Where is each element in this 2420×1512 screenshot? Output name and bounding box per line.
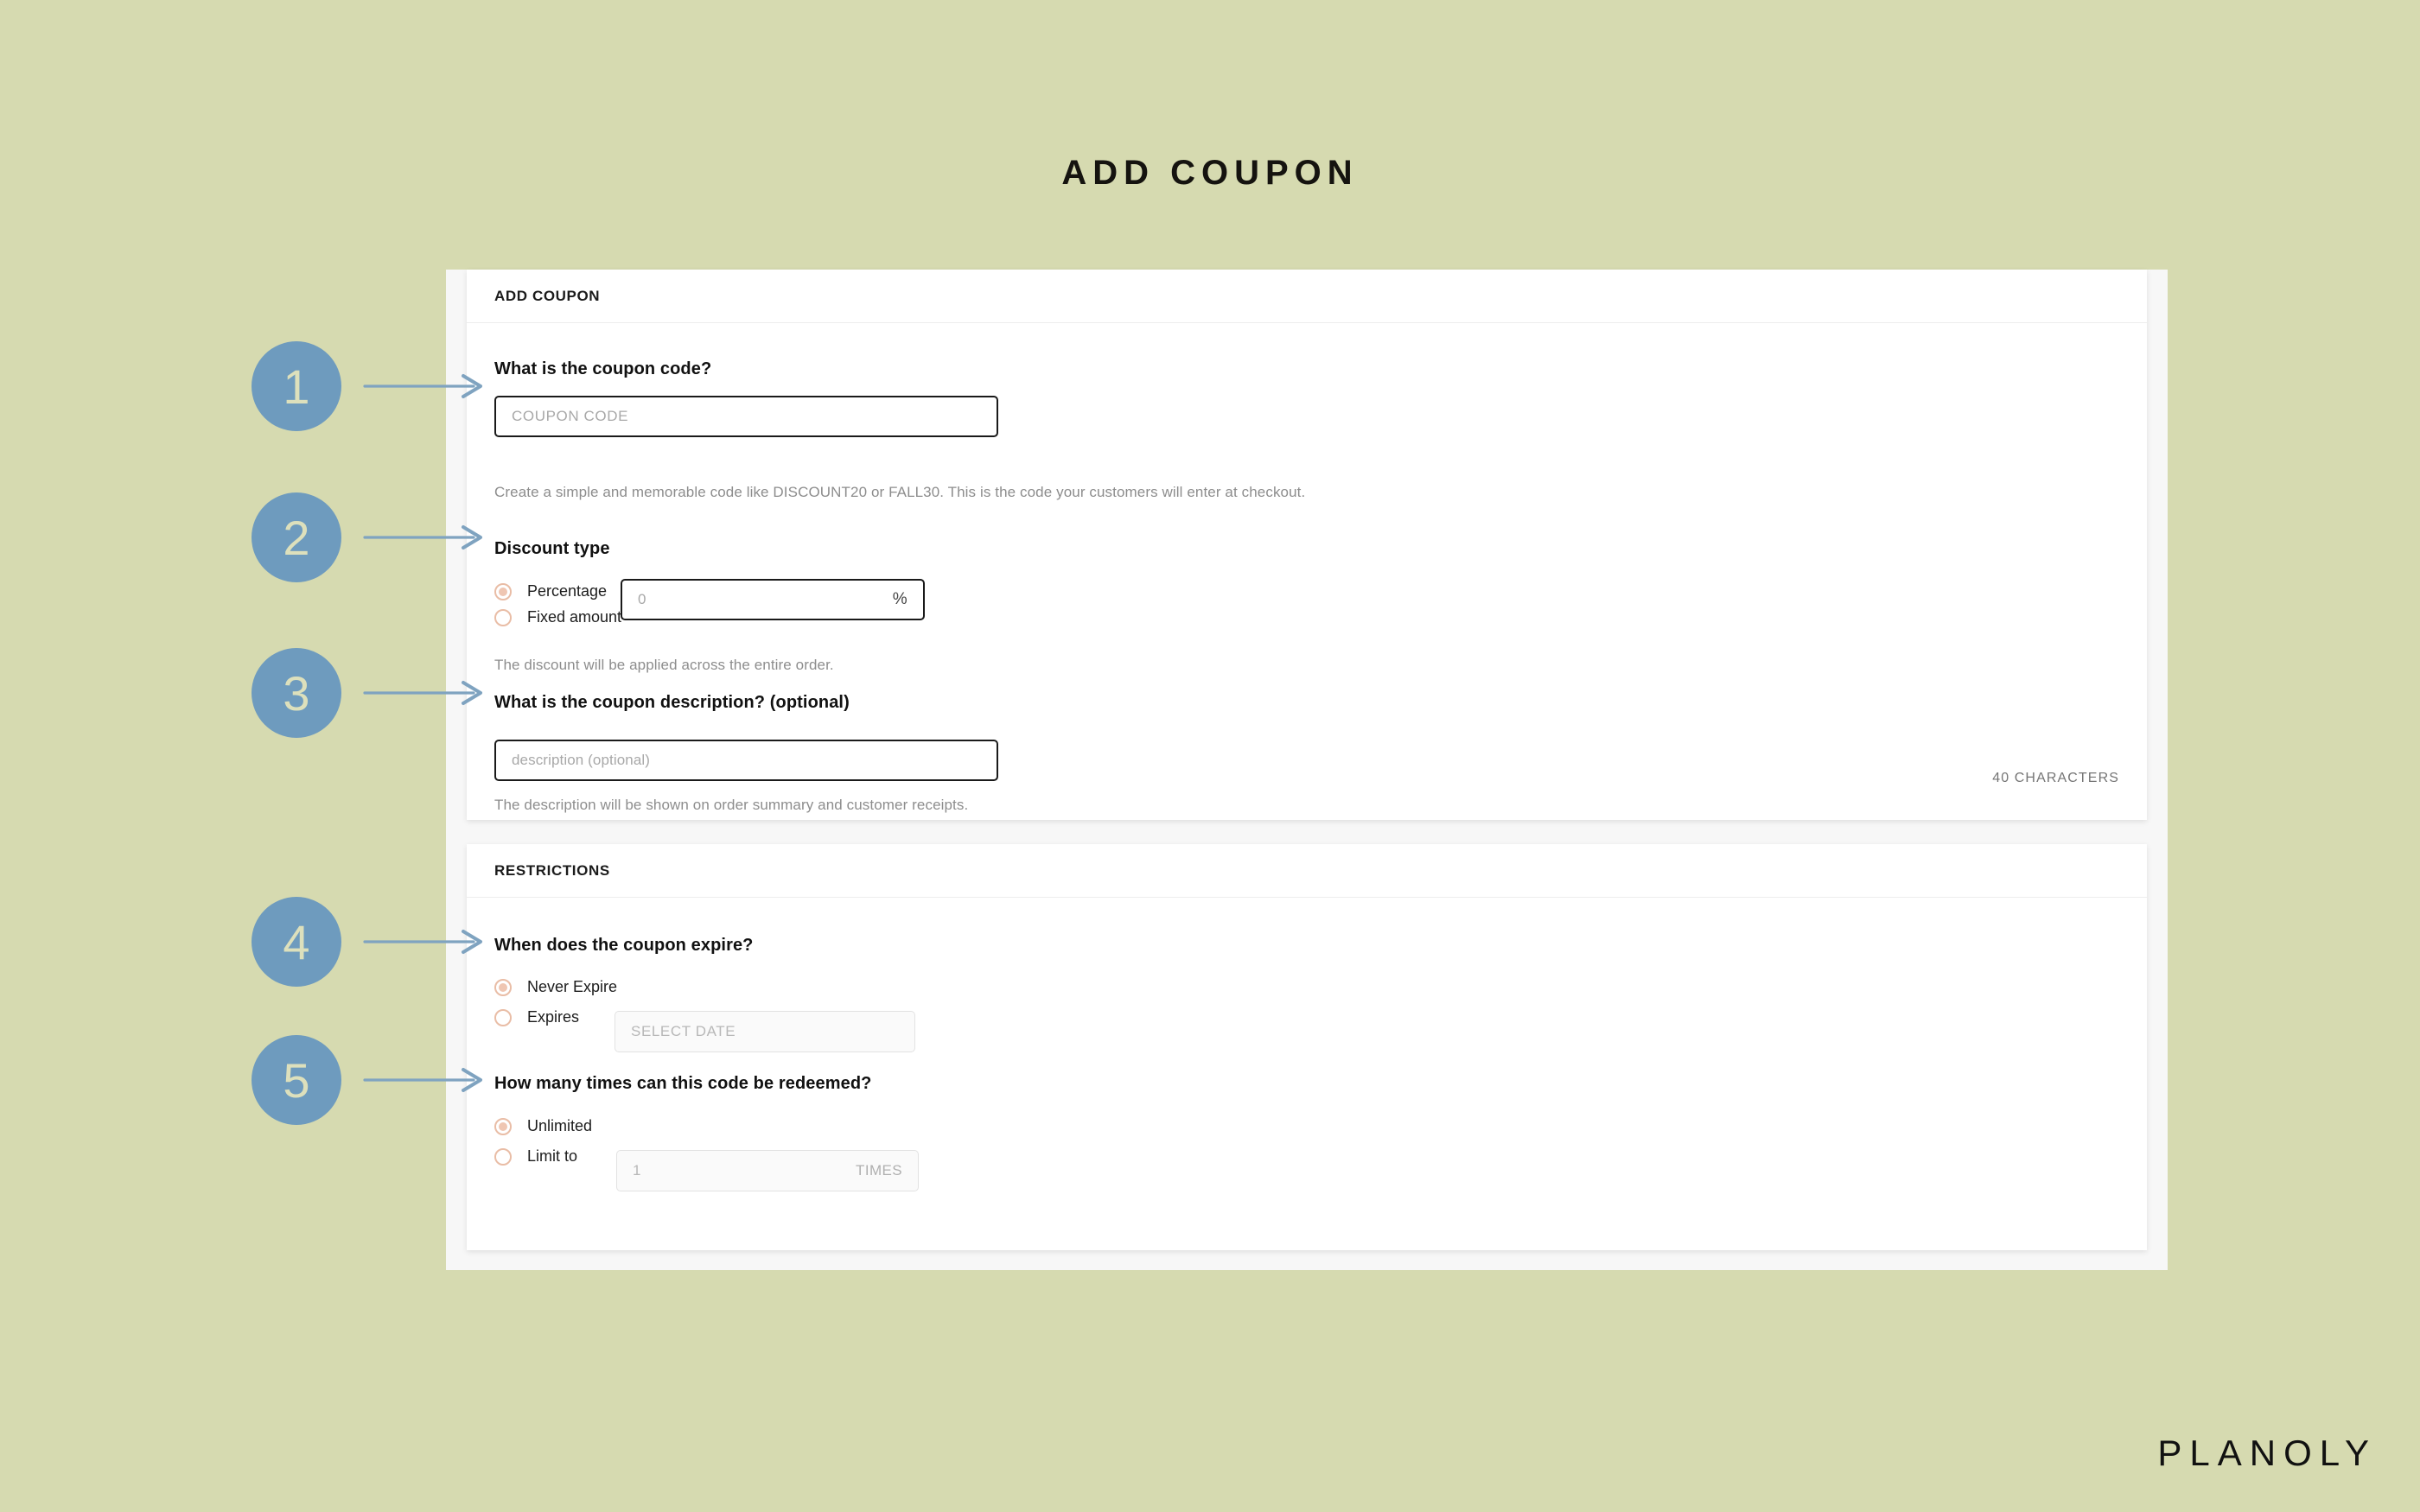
add-coupon-card: ADD COUPON What is the coupon code? COUP… bbox=[467, 270, 2147, 820]
discount-type-label: Discount type bbox=[494, 539, 610, 558]
radio-never-expire-icon[interactable] bbox=[494, 978, 512, 996]
discount-amount-input[interactable]: 0 % bbox=[621, 579, 925, 620]
callout-arrow-2 bbox=[363, 523, 493, 552]
redemption-limit-suffix: TIMES bbox=[856, 1162, 902, 1178]
radio-percentage-label: Percentage bbox=[527, 582, 608, 600]
radio-never-expire-label: Never Expire bbox=[527, 978, 618, 995]
coupon-description-placeholder: description (optional) bbox=[512, 752, 651, 768]
expiry-label: When does the coupon expire? bbox=[494, 936, 754, 955]
callout-arrow-5 bbox=[363, 1065, 493, 1095]
redemption-option-unlimited[interactable]: Unlimited bbox=[494, 1117, 592, 1135]
callout-step-3-number: 3 bbox=[283, 665, 310, 721]
discount-amount-suffix: % bbox=[892, 590, 908, 608]
coupon-description-helper: The description will be shown on order s… bbox=[494, 797, 969, 813]
callout-step-1: 1 bbox=[252, 341, 341, 431]
callout-arrow-4 bbox=[363, 927, 493, 956]
redemption-limit-input[interactable]: 1 TIMES bbox=[616, 1150, 919, 1191]
callout-step-4: 4 bbox=[252, 897, 341, 987]
add-coupon-card-title: ADD COUPON bbox=[494, 287, 601, 304]
radio-unlimited-label: Unlimited bbox=[527, 1117, 593, 1134]
coupon-code-label: What is the coupon code? bbox=[494, 359, 712, 378]
restrictions-card-header: RESTRICTIONS bbox=[467, 844, 2147, 898]
add-coupon-card-header: ADD COUPON bbox=[467, 270, 2147, 323]
brand-logo: PLANOLY bbox=[2157, 1433, 2377, 1473]
expiry-option-never[interactable]: Never Expire bbox=[494, 978, 617, 996]
callout-step-2-number: 2 bbox=[283, 510, 310, 565]
expiry-date-placeholder: SELECT DATE bbox=[631, 1023, 736, 1039]
restrictions-card-title: RESTRICTIONS bbox=[494, 861, 610, 879]
discount-type-option-percentage[interactable]: Percentage bbox=[494, 582, 621, 600]
discount-amount-placeholder: 0 bbox=[638, 591, 646, 607]
expiry-date-input[interactable]: SELECT DATE bbox=[615, 1011, 915, 1052]
discount-type-option-fixed-amount[interactable]: Fixed amount bbox=[494, 608, 621, 626]
expiry-option-expires[interactable]: Expires bbox=[494, 1008, 617, 1026]
callout-step-4-number: 4 bbox=[283, 914, 310, 969]
restrictions-card: RESTRICTIONS When does the coupon expire… bbox=[467, 844, 2147, 1250]
redemption-limit-placeholder: 1 bbox=[633, 1162, 641, 1178]
radio-limit-to-label: Limit to bbox=[527, 1147, 578, 1165]
callout-step-5: 5 bbox=[252, 1035, 341, 1125]
radio-expires-label: Expires bbox=[527, 1008, 580, 1026]
callout-arrow-1 bbox=[363, 372, 493, 401]
coupon-code-input[interactable]: COUPON CODE bbox=[494, 396, 998, 437]
coupon-description-label: What is the coupon description? (optiona… bbox=[494, 693, 850, 712]
coupon-code-placeholder: COUPON CODE bbox=[512, 408, 629, 424]
radio-unlimited-icon[interactable] bbox=[494, 1117, 512, 1135]
radio-expires-icon[interactable] bbox=[494, 1008, 512, 1026]
coupon-code-helper: Create a simple and memorable code like … bbox=[494, 484, 1306, 500]
callout-step-2: 2 bbox=[252, 492, 341, 582]
character-counter: 40 CHARACTERS bbox=[1992, 771, 2119, 785]
redemption-option-limit-to[interactable]: Limit to bbox=[494, 1147, 592, 1166]
callout-arrow-3 bbox=[363, 678, 493, 708]
radio-limit-to-icon[interactable] bbox=[494, 1147, 512, 1166]
callout-step-5-number: 5 bbox=[283, 1052, 310, 1108]
redemption-label: How many times can this code be redeemed… bbox=[494, 1074, 872, 1093]
radio-fixed-amount-icon[interactable] bbox=[494, 608, 512, 626]
callout-step-3: 3 bbox=[252, 648, 341, 738]
coupon-description-input[interactable]: description (optional) bbox=[494, 740, 998, 781]
discount-type-helper: The discount will be applied across the … bbox=[494, 657, 834, 673]
callout-step-1-number: 1 bbox=[283, 359, 310, 414]
radio-percentage-icon[interactable] bbox=[494, 582, 512, 600]
radio-fixed-amount-label: Fixed amount bbox=[527, 608, 622, 626]
page-title: ADD COUPON bbox=[1061, 154, 1359, 192]
